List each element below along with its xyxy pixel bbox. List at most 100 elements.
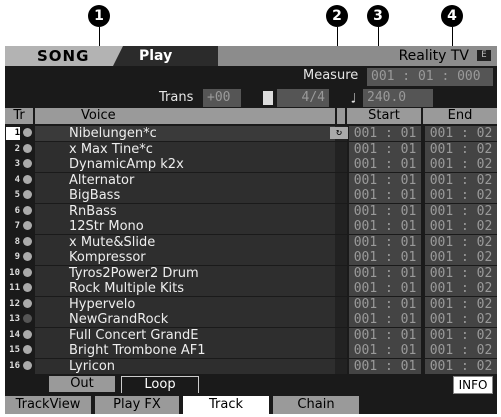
track-cell[interactable]: 8 bbox=[5, 234, 33, 250]
track-status-icon[interactable] bbox=[23, 159, 32, 168]
voice-name[interactable]: Tyros2Power2 Drum bbox=[35, 265, 335, 281]
tab-loop[interactable]: Loop bbox=[121, 376, 199, 393]
track-status-icon[interactable] bbox=[23, 329, 32, 339]
start-cell[interactable]: 001 : 01 bbox=[349, 234, 421, 250]
track-status-icon[interactable] bbox=[23, 360, 32, 370]
track-cell[interactable]: 7 bbox=[5, 219, 33, 234]
voice-name[interactable]: Full Concert GrandE bbox=[35, 327, 335, 343]
track-cell[interactable]: 5 bbox=[5, 188, 33, 203]
end-cell[interactable]: 001 : 02 bbox=[425, 265, 497, 281]
time-signature[interactable]: 4/4 bbox=[277, 89, 329, 107]
track-cell[interactable]: 1 bbox=[5, 126, 33, 141]
track-status-icon[interactable] bbox=[23, 314, 32, 323]
table-row[interactable]: 11 Rock Multiple Kits 001 : 01 001 : 02 bbox=[5, 281, 497, 296]
end-cell[interactable]: 001 : 02 bbox=[425, 157, 497, 172]
table-row[interactable]: 10 Tyros2Power2 Drum 001 : 01 001 : 02 bbox=[5, 265, 497, 281]
table-row[interactable]: 1 Nibelungen*c ↻ 001 : 01 001 : 02 bbox=[5, 126, 497, 141]
tab-out[interactable]: Out bbox=[49, 376, 115, 392]
start-cell[interactable]: 001 : 01 bbox=[349, 188, 421, 203]
start-cell[interactable]: 001 : 01 bbox=[349, 157, 421, 172]
func-tab-chain[interactable]: Chain bbox=[273, 396, 359, 414]
track-status-icon[interactable] bbox=[23, 143, 32, 153]
end-cell[interactable]: 001 : 02 bbox=[425, 358, 497, 374]
track-status-icon[interactable] bbox=[23, 345, 32, 354]
end-cell[interactable]: 001 : 02 bbox=[425, 126, 497, 141]
track-status-icon[interactable] bbox=[23, 298, 32, 308]
track-status-icon[interactable] bbox=[23, 252, 32, 261]
loop-cell[interactable] bbox=[335, 296, 347, 312]
track-status-icon[interactable] bbox=[23, 174, 32, 184]
loop-cell[interactable] bbox=[335, 358, 347, 374]
end-cell[interactable]: 001 : 02 bbox=[425, 281, 497, 296]
voice-name[interactable]: Bright Trombone AF1 bbox=[35, 343, 335, 358]
start-cell[interactable]: 001 : 01 bbox=[349, 296, 421, 312]
track-cell[interactable]: 16 bbox=[5, 358, 33, 374]
loop-cell[interactable] bbox=[335, 188, 347, 203]
start-cell[interactable]: 001 : 01 bbox=[349, 203, 421, 219]
voice-name[interactable]: BigBass bbox=[35, 188, 335, 203]
track-status-icon[interactable] bbox=[23, 267, 32, 277]
voice-name[interactable]: Lyricon bbox=[35, 358, 335, 374]
track-cell[interactable]: 6 bbox=[5, 203, 33, 219]
start-cell[interactable]: 001 : 01 bbox=[349, 172, 421, 188]
loop-cell[interactable] bbox=[335, 203, 347, 219]
track-status-icon[interactable] bbox=[23, 236, 32, 246]
track-cell[interactable]: 13 bbox=[5, 312, 33, 327]
loop-cell[interactable] bbox=[335, 234, 347, 250]
track-cell[interactable]: 9 bbox=[5, 250, 33, 265]
track-status-icon[interactable] bbox=[23, 128, 32, 137]
func-tab-track[interactable]: Track bbox=[183, 396, 269, 414]
track-cell[interactable]: 4 bbox=[5, 172, 33, 188]
loop-cell[interactable] bbox=[335, 172, 347, 188]
start-cell[interactable]: 001 : 01 bbox=[349, 219, 421, 234]
table-row[interactable]: 16 Lyricon 001 : 01 001 : 02 bbox=[5, 358, 497, 374]
track-cell[interactable]: 3 bbox=[5, 157, 33, 172]
loop-cell[interactable] bbox=[335, 141, 347, 157]
track-status-icon[interactable] bbox=[23, 205, 32, 215]
table-row[interactable]: 14 Full Concert GrandE 001 : 01 001 : 02 bbox=[5, 327, 497, 343]
track-cell[interactable]: 12 bbox=[5, 296, 33, 312]
track-status-icon[interactable] bbox=[23, 221, 32, 230]
loop-cell[interactable] bbox=[335, 312, 347, 327]
loop-cell[interactable] bbox=[335, 265, 347, 281]
start-cell[interactable]: 001 : 01 bbox=[349, 358, 421, 374]
voice-name[interactable]: Nibelungen*c bbox=[35, 126, 335, 141]
track-cell[interactable]: 11 bbox=[5, 281, 33, 296]
end-cell[interactable]: 001 : 02 bbox=[425, 203, 497, 219]
info-button[interactable]: INFO bbox=[453, 376, 493, 394]
voice-name[interactable]: x Mute&Slide bbox=[35, 234, 335, 250]
loop-cell[interactable] bbox=[335, 327, 347, 343]
end-cell[interactable]: 001 : 02 bbox=[425, 327, 497, 343]
func-tab-playfx[interactable]: Play FX bbox=[95, 396, 179, 414]
loop-cell[interactable] bbox=[335, 343, 347, 358]
track-cell[interactable]: 15 bbox=[5, 343, 33, 358]
end-cell[interactable]: 001 : 02 bbox=[425, 234, 497, 250]
voice-name[interactable]: Rock Multiple Kits bbox=[35, 281, 335, 296]
end-cell[interactable]: 001 : 02 bbox=[425, 188, 497, 203]
end-cell[interactable]: 001 : 02 bbox=[425, 250, 497, 265]
voice-name[interactable]: 12Str Mono bbox=[35, 219, 335, 234]
table-row[interactable]: 12 Hypervelo 001 : 01 001 : 02 bbox=[5, 296, 497, 312]
voice-name[interactable]: Kompressor bbox=[35, 250, 335, 265]
voice-name[interactable]: DynamicAmp k2x bbox=[35, 157, 335, 172]
end-cell[interactable]: 001 : 02 bbox=[425, 312, 497, 327]
loop-cell[interactable] bbox=[335, 219, 347, 234]
start-cell[interactable]: 001 : 01 bbox=[349, 327, 421, 343]
table-row[interactable]: 3 DynamicAmp k2x 001 : 01 001 : 02 bbox=[5, 157, 497, 172]
track-cell[interactable]: 14 bbox=[5, 327, 33, 343]
voice-name[interactable]: x Max Tine*c bbox=[35, 141, 335, 157]
table-row[interactable]: 4 Alternator 001 : 01 001 : 02 bbox=[5, 172, 497, 188]
table-row[interactable]: 2 x Max Tine*c 001 : 01 001 : 02 bbox=[5, 141, 497, 157]
table-row[interactable]: 7 12Str Mono 001 : 01 001 : 02 bbox=[5, 219, 497, 234]
loop-cell[interactable]: ↻ bbox=[330, 126, 348, 141]
trans-value[interactable]: +00 bbox=[203, 89, 241, 107]
start-cell[interactable]: 001 : 01 bbox=[349, 312, 421, 327]
start-cell[interactable]: 001 : 01 bbox=[349, 265, 421, 281]
tempo-value[interactable]: 240.0 bbox=[363, 89, 433, 107]
track-status-icon[interactable] bbox=[23, 283, 32, 292]
loop-cell[interactable] bbox=[335, 250, 347, 265]
track-cell[interactable]: 10 bbox=[5, 265, 33, 281]
voice-name[interactable]: RnBass bbox=[35, 203, 335, 219]
start-cell[interactable]: 001 : 01 bbox=[349, 250, 421, 265]
start-cell[interactable]: 001 : 01 bbox=[349, 343, 421, 358]
